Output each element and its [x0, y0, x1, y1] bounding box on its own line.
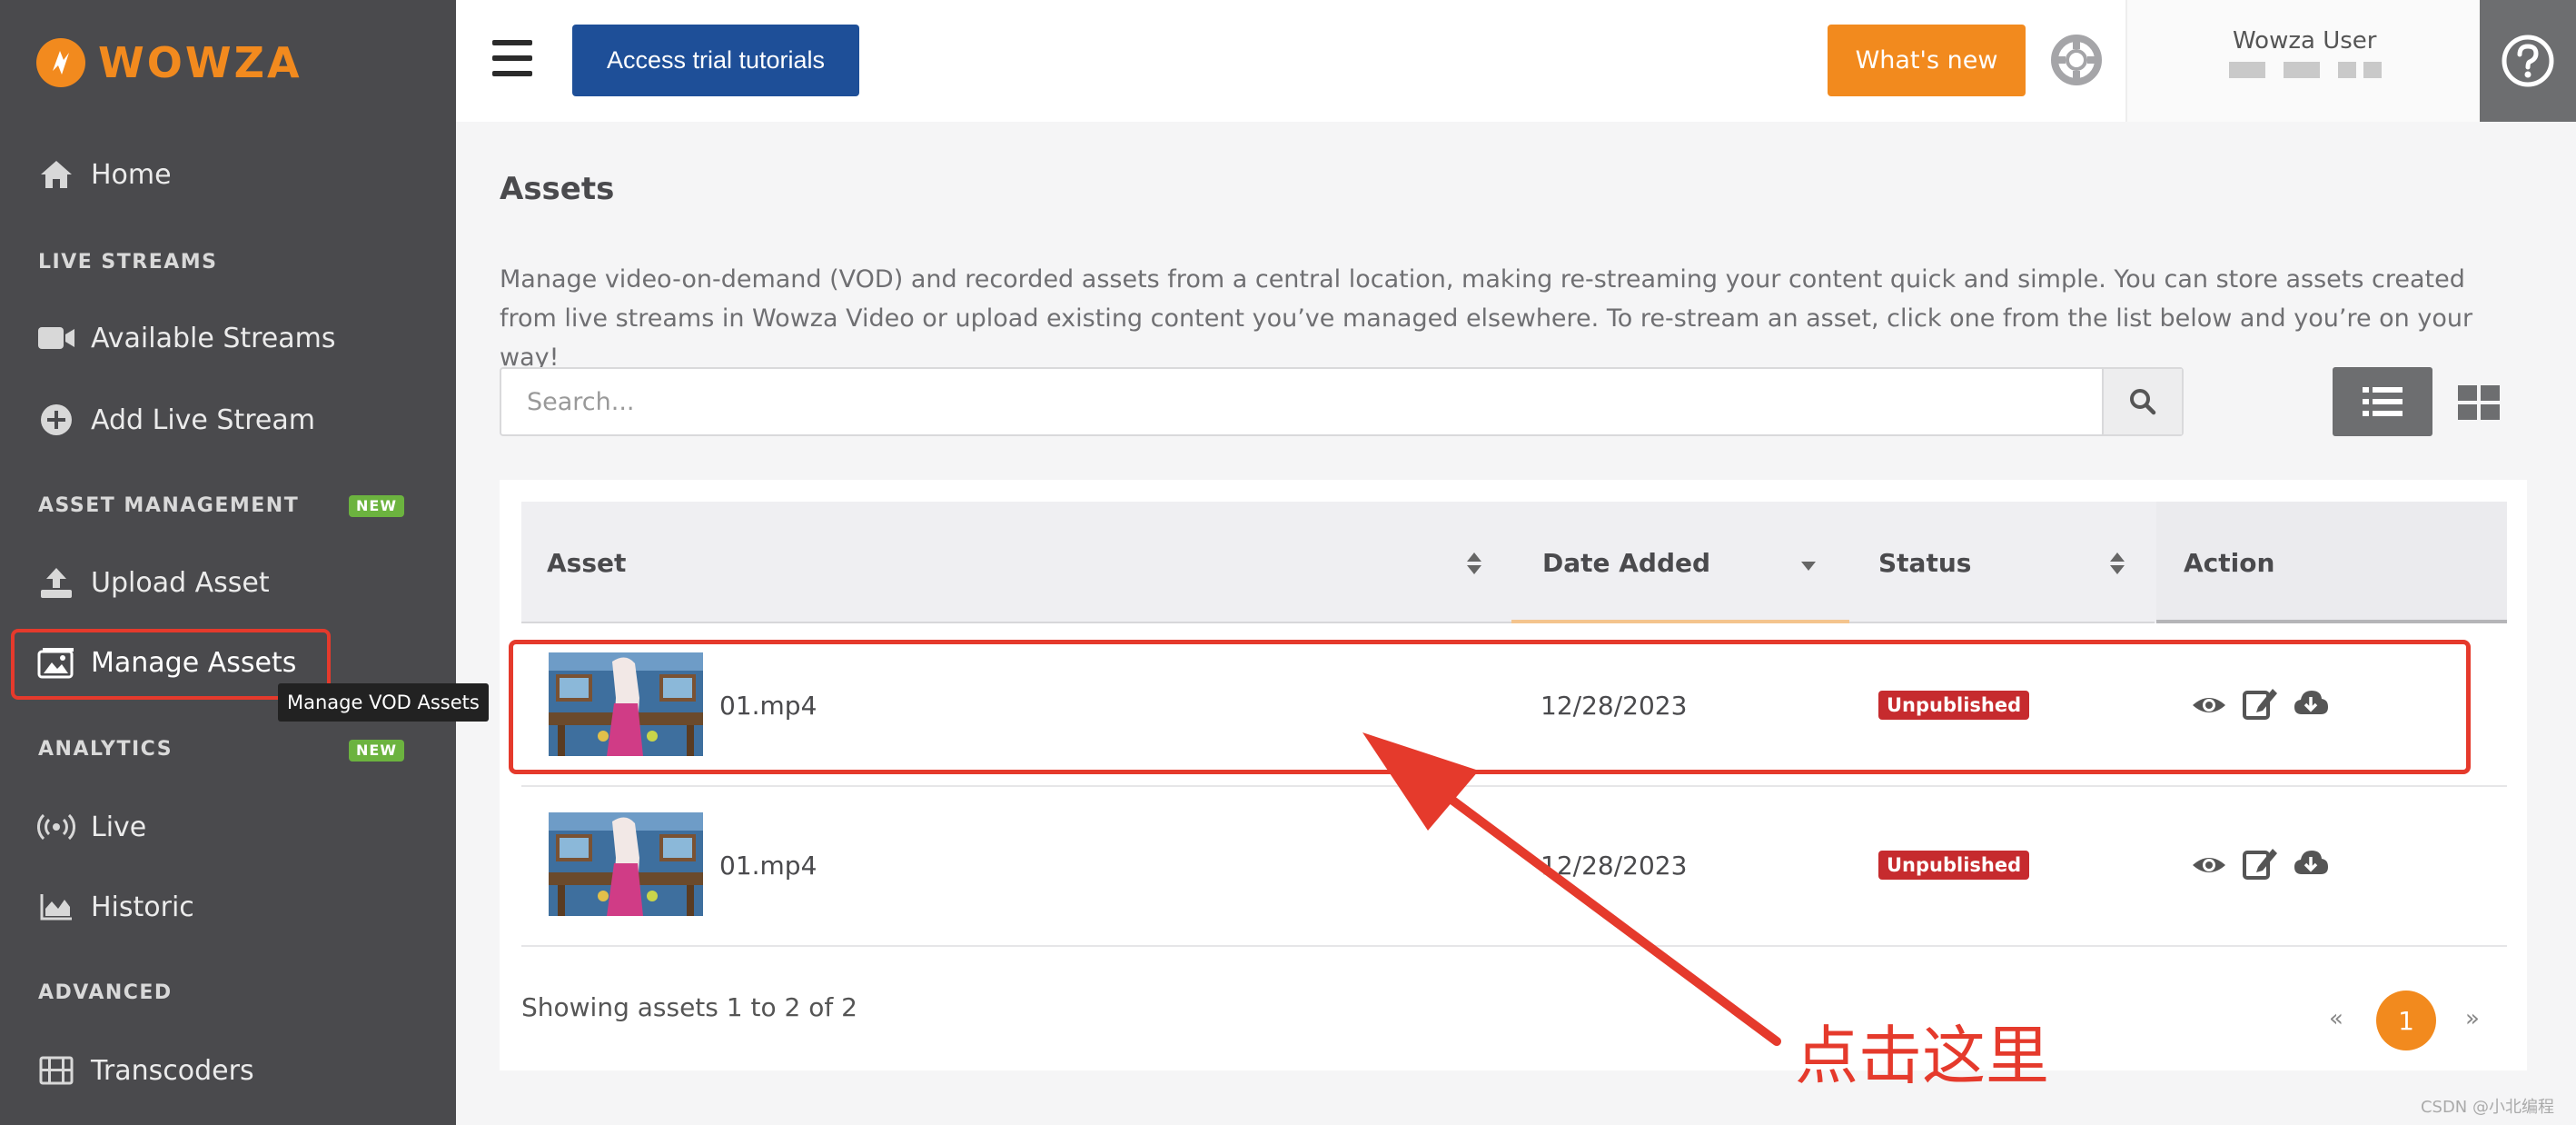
grid-view-toggle[interactable]	[2458, 385, 2500, 420]
list-view-toggle[interactable]	[2333, 367, 2432, 436]
column-header-date-added[interactable]: Date Added	[1542, 502, 1710, 623]
new-badge: NEW	[349, 495, 404, 517]
redacted-user-info	[2284, 62, 2320, 78]
header-divider	[521, 622, 2155, 623]
redacted-user-info	[2363, 62, 2382, 78]
hamburger-menu-icon[interactable]	[492, 40, 532, 76]
sidebar-item-label: Live	[91, 811, 147, 843]
view-eye-icon[interactable]	[2191, 847, 2227, 883]
user-name: Wowza User	[2233, 27, 2377, 55]
asset-name[interactable]: 01.mp4	[719, 851, 817, 881]
annotation-label: 点击这里	[1795, 1019, 2049, 1093]
search-button[interactable]	[2102, 369, 2182, 434]
asset-date: 12/28/2023	[1541, 851, 1688, 881]
section-asset-management: ASSET MANAGEMENT	[38, 494, 300, 517]
wowza-logo-icon	[36, 38, 85, 87]
sidebar-item-home[interactable]: Home	[0, 142, 456, 207]
redacted-user-info	[2229, 62, 2265, 78]
sidebar-item-live[interactable]: Live	[0, 794, 456, 860]
watermark: CSDN @小北编程	[2420, 1098, 2554, 1117]
sidebar-item-label: Historic	[91, 891, 194, 923]
pagination-next[interactable]: »	[2465, 1005, 2480, 1032]
download-cloud-icon[interactable]	[2293, 845, 2329, 881]
video-thumbnail	[549, 812, 703, 916]
list-icon	[2363, 387, 2403, 416]
search-icon	[2130, 389, 2156, 415]
date-sort-active-indicator	[1511, 620, 1849, 623]
film-strip-icon	[36, 1050, 76, 1090]
table-row[interactable]: 01.mp4 12/28/2023 Unpublished	[521, 787, 2507, 947]
sidebar-item-add-live-stream[interactable]: Add Live Stream	[0, 387, 456, 453]
support-lifebuoy-icon[interactable]	[2051, 35, 2102, 85]
sidebar-item-label: Home	[91, 158, 172, 191]
sidebar-item-historic[interactable]: Historic	[0, 874, 456, 940]
column-header-asset[interactable]: Asset	[547, 502, 626, 623]
wowza-logo[interactable]: WOWZA	[36, 33, 302, 93]
pagination-summary: Showing assets 1 to 2 of 2	[521, 992, 857, 1022]
search-bar	[500, 367, 2184, 436]
plus-circle-icon	[36, 400, 76, 440]
edit-icon[interactable]	[2242, 845, 2278, 881]
new-badge: NEW	[349, 740, 404, 762]
tooltip-manage-vod-assets: Manage VOD Assets	[278, 683, 489, 722]
sidebar-item-upload-asset[interactable]: Upload Asset	[0, 550, 456, 615]
grid-icon	[2458, 385, 2500, 420]
redacted-user-info	[2338, 62, 2356, 78]
top-bar: Access trial tutorials What's new Wowza …	[456, 0, 2576, 122]
search-input[interactable]	[501, 369, 2104, 434]
pagination-page[interactable]: 1	[2376, 991, 2436, 1050]
user-menu[interactable]: Wowza User	[2125, 0, 2482, 122]
page-description: Manage video-on-demand (VOD) and recorde…	[500, 265, 2473, 372]
help-button[interactable]	[2480, 0, 2576, 122]
sort-icon[interactable]	[2109, 553, 2125, 574]
video-camera-icon	[36, 318, 76, 358]
status-badge: Unpublished	[1878, 851, 2030, 880]
sidebar-item-label: Add Live Stream	[91, 403, 315, 436]
broadcast-icon	[36, 807, 76, 847]
pagination-prev[interactable]: «	[2329, 1005, 2343, 1032]
sort-desc-icon[interactable]	[1800, 560, 1817, 571]
sort-icon[interactable]	[1466, 553, 1482, 574]
access-trial-tutorials-button[interactable]: Access trial tutorials	[572, 25, 859, 96]
page-title: Assets	[500, 171, 615, 207]
sidebar-item-available-streams[interactable]: Available Streams	[0, 305, 456, 371]
home-icon	[36, 154, 76, 194]
sidebar-item-label: Available Streams	[91, 322, 336, 354]
action-header-divider	[2156, 620, 2507, 623]
sidebar: WOWZA Home LIVE STREAMS Available Stream…	[0, 0, 489, 1125]
whats-new-button[interactable]: What's new	[1828, 25, 2026, 96]
section-live-streams: LIVE STREAMS	[38, 251, 218, 274]
column-header-action: Action	[2184, 547, 2275, 578]
wowza-logo-text: WOWZA	[98, 38, 302, 87]
sidebar-item-label: Transcoders	[91, 1054, 254, 1087]
upload-icon	[36, 562, 76, 602]
column-header-status[interactable]: Status	[1878, 502, 1971, 623]
help-question-icon	[2502, 35, 2554, 87]
sidebar-item-transcoders[interactable]: Transcoders	[0, 1038, 456, 1103]
section-analytics: ANALYTICS	[38, 738, 173, 761]
section-advanced: ADVANCED	[38, 981, 173, 1004]
highlight-box-first-row	[509, 640, 2471, 774]
area-chart-icon	[36, 887, 76, 927]
sidebar-item-label: Upload Asset	[91, 566, 270, 599]
